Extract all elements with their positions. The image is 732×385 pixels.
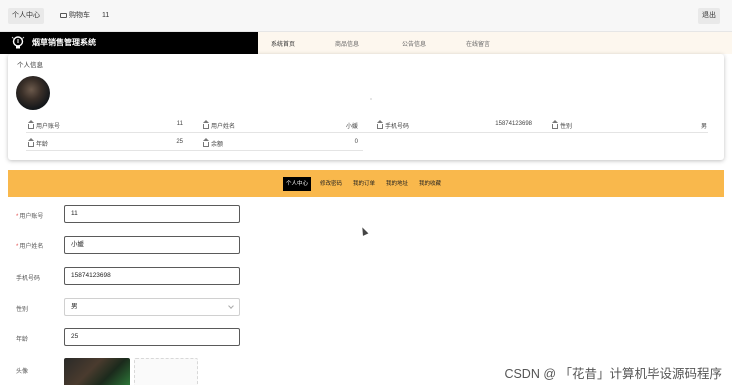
tab-my-address[interactable]: 我的地址 xyxy=(383,177,411,191)
account-label: *用户账号 xyxy=(16,211,43,220)
required-mark: * xyxy=(16,244,19,250)
avatar-label: 头像 xyxy=(16,369,29,375)
info-value: 小媛 xyxy=(345,124,358,130)
info-value: 0 xyxy=(354,139,358,145)
account-label-text: 用户账号 xyxy=(19,214,44,220)
nav-messages[interactable]: 在线留言 xyxy=(466,39,490,48)
cart-button[interactable]: 购物车 xyxy=(56,8,94,24)
name-input[interactable]: 小媛 xyxy=(64,236,240,254)
info-label: 性别 xyxy=(560,124,573,130)
app-title: 烟草销售管理系统 xyxy=(32,38,96,47)
tab-personal-center[interactable]: 个人中心 xyxy=(283,177,312,191)
home-icon xyxy=(552,120,558,129)
age-input[interactable]: 25 xyxy=(64,328,240,346)
nav-products[interactable]: 商品信息 xyxy=(335,39,359,48)
profile-section-title: 个人信息 xyxy=(17,62,43,69)
age-label: 年龄 xyxy=(16,337,29,343)
info-label: 年龄 xyxy=(36,142,49,148)
info-label: 用户姓名 xyxy=(211,124,236,130)
mouse-cursor xyxy=(359,226,369,236)
home-icon xyxy=(377,120,383,129)
divider xyxy=(26,150,363,151)
home-icon xyxy=(203,120,209,129)
gender-label: 性别 xyxy=(16,307,29,313)
info-value: 男 xyxy=(700,124,707,130)
avatar-upload-button[interactable] xyxy=(134,358,198,385)
account-input[interactable]: 11 xyxy=(64,205,240,223)
logout-button[interactable]: 退出 xyxy=(698,8,720,24)
user-tab-bar: 个人中心 修改密码 我的订单 我的地址 我的收藏 xyxy=(8,170,724,197)
home-icon xyxy=(203,138,209,147)
phone-label: 手机号码 xyxy=(16,276,41,282)
main-nav: 烟草销售管理系统 系统首页 商品信息 公告信息 在线留言 xyxy=(0,32,732,54)
divider xyxy=(26,132,708,133)
required-mark: * xyxy=(16,214,19,220)
nav-home[interactable]: 系统首页 xyxy=(271,39,295,48)
profile-card: 个人信息 用户账号 11 用户姓名 小媛 手机号码 15874123698 性别… xyxy=(8,54,724,160)
cart-label: 购物车 xyxy=(69,12,90,19)
info-label: 余额 xyxy=(211,142,224,148)
brand: 烟草销售管理系统 xyxy=(0,32,258,54)
tab-my-orders[interactable]: 我的订单 xyxy=(350,177,378,191)
home-icon xyxy=(28,120,34,129)
gender-select[interactable]: 男 xyxy=(64,298,240,316)
decorative-dot xyxy=(370,98,372,100)
tab-my-favorites[interactable]: 我的收藏 xyxy=(416,177,444,191)
cart-icon xyxy=(60,12,67,18)
avatar xyxy=(16,76,50,110)
lightbulb-icon xyxy=(11,36,25,49)
name-label-text: 用户姓名 xyxy=(19,244,44,250)
tab-change-password[interactable]: 修改密码 xyxy=(317,177,345,191)
info-value: 25 xyxy=(176,139,183,145)
info-value: 15874123698 xyxy=(495,121,532,127)
watermark: CSDN @ 「花昔」计算机毕设源码程序 xyxy=(504,367,722,381)
info-label: 手机号码 xyxy=(385,124,410,130)
nav-announcements[interactable]: 公告信息 xyxy=(402,39,426,48)
gender-select-value: 男 xyxy=(71,303,78,310)
home-icon xyxy=(28,138,34,147)
chevron-down-icon xyxy=(228,303,234,309)
info-label: 用户账号 xyxy=(36,124,61,130)
cart-count: 11 xyxy=(102,12,110,19)
name-label: *用户姓名 xyxy=(16,241,43,250)
phone-input[interactable]: 15874123698 xyxy=(64,267,240,285)
avatar-thumbnail[interactable] xyxy=(64,358,130,385)
personal-center-button[interactable]: 个人中心 xyxy=(8,8,44,24)
nav-links: 系统首页 商品信息 公告信息 在线留言 xyxy=(258,32,732,54)
info-value: 11 xyxy=(176,121,183,127)
top-bar: 个人中心 购物车 11 退出 xyxy=(0,0,732,32)
